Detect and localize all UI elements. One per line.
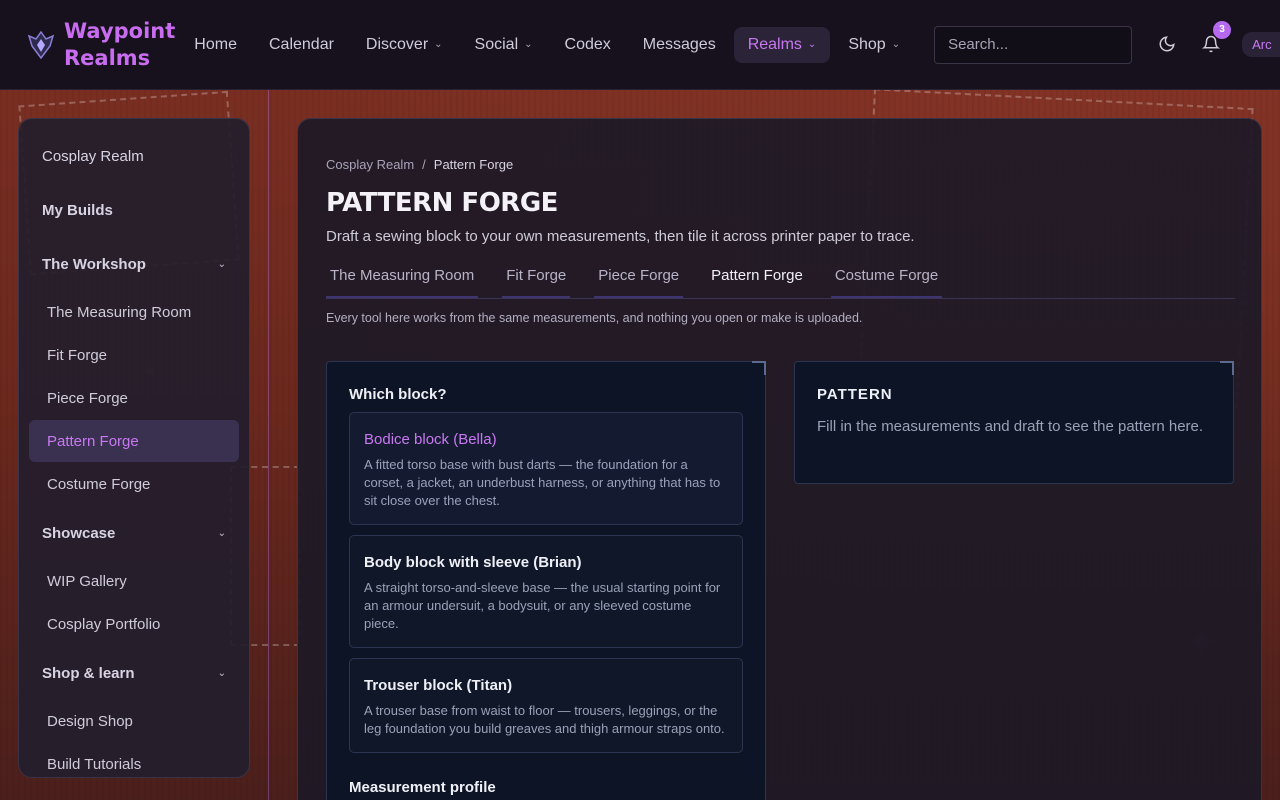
breadcrumb: Cosplay Realm / Pattern Forge (326, 157, 1233, 172)
tab-pattern-forge[interactable]: Pattern Forge (707, 267, 807, 298)
nav-codex[interactable]: Codex (551, 27, 625, 63)
block-option-desc: A fitted torso base with bust darts — th… (364, 457, 721, 508)
panel-corner-accent (1220, 361, 1234, 375)
forge-columns: Which block? Bodice block (Bella) A fitt… (326, 361, 1234, 800)
nav-label: Realms (747, 35, 802, 53)
sidebar-item-my-builds[interactable]: My Builds (29, 183, 239, 237)
block-option-desc: A trouser base from waist to floor — tro… (364, 703, 725, 736)
sidebar-item-measuring-room[interactable]: The Measuring Room (29, 291, 239, 333)
sidebar-item-build-tutorials[interactable]: Build Tutorials (29, 743, 239, 785)
panel-corner-accent (752, 361, 766, 375)
sidebar-item-label: My Builds (42, 201, 113, 219)
nav-social[interactable]: Social ⌄ (461, 27, 547, 63)
sidebar-item-piece-forge[interactable]: Piece Forge (29, 377, 239, 419)
block-option-bodice[interactable]: Bodice block (Bella) A fitted torso base… (349, 412, 743, 525)
chevron-down-icon: ⌄ (891, 39, 901, 50)
realm-sidebar: Cosplay Realm My Builds The Workshop ⌄ T… (18, 118, 250, 778)
sidebar-item-fit-forge[interactable]: Fit Forge (29, 334, 239, 376)
tab-piece-forge[interactable]: Piece Forge (594, 267, 684, 298)
brand-logo[interactable]: Waypoint Realms (26, 18, 178, 72)
chevron-down-icon: ⌄ (217, 667, 226, 679)
top-header: Waypoint Realms Home Calendar Discover ⌄ … (0, 0, 1280, 90)
nav-label: Messages (642, 35, 716, 53)
sidebar-item-pattern-forge[interactable]: Pattern Forge (29, 420, 239, 462)
tab-fit-forge[interactable]: Fit Forge (502, 267, 571, 298)
block-option-desc: A straight torso-and-sleeve base — the u… (364, 580, 721, 631)
background-line (268, 90, 269, 800)
tab-costume-forge[interactable]: Costume Forge (830, 267, 943, 298)
sidebar-group-shop-learn[interactable]: Shop & learn ⌄ (29, 646, 239, 700)
sidebar-group-showcase[interactable]: Showcase ⌄ (29, 506, 239, 560)
nav-label: Social (474, 35, 519, 53)
sidebar-item-costume-forge[interactable]: Costume Forge (29, 463, 239, 505)
block-option-trouser[interactable]: Trouser block (Titan) A trouser base fro… (349, 658, 743, 753)
nav-label: Discover (365, 35, 429, 53)
measurement-profile-label: Measurement profile (349, 779, 496, 796)
moon-icon (1159, 35, 1175, 51)
block-chooser-panel: Which block? Bodice block (Bella) A fitt… (326, 361, 766, 800)
nav-shop[interactable]: Shop ⌄ (834, 27, 914, 63)
nav-calendar[interactable]: Calendar (255, 27, 348, 63)
chevron-down-icon: ⌄ (434, 39, 443, 50)
chevron-down-icon: ⌄ (217, 258, 226, 270)
sidebar-group-title: Showcase (42, 524, 116, 542)
breadcrumb-separator: / (422, 157, 426, 172)
sidebar-item-cosplay-realm[interactable]: Cosplay Realm (29, 129, 239, 183)
block-option-title: Bodice block (Bella) (364, 431, 497, 448)
theme-toggle-button[interactable] (1158, 35, 1176, 55)
block-option-body-sleeve[interactable]: Body block with sleeve (Brian) A straigh… (349, 535, 743, 648)
nav-label: Calendar (268, 35, 334, 53)
block-option-title: Body block with sleeve (Brian) (364, 554, 582, 571)
nav-label: Home (194, 35, 237, 53)
breadcrumb-current: Pattern Forge (433, 157, 514, 172)
tab-measuring-room[interactable]: The Measuring Room (326, 267, 479, 298)
nav-discover[interactable]: Discover ⌄ (352, 27, 457, 63)
brand-name-line1: Waypoint (64, 18, 176, 43)
chevron-down-icon: ⌄ (807, 39, 817, 50)
block-option-title: Trouser block (Titan) (364, 677, 513, 694)
privacy-note: Every tool here works from the same meas… (326, 311, 863, 325)
nav-realms[interactable]: Realms ⌄ (733, 26, 831, 63)
search-input[interactable] (934, 25, 1133, 64)
tool-tabs: The Measuring Room Fit Forge Piece Forge… (326, 267, 1235, 299)
breadcrumb-parent-link[interactable]: Cosplay Realm (326, 157, 414, 172)
pattern-empty-text: Fill in the measurements and draft to se… (817, 418, 1204, 435)
page-subtitle: Draft a sewing block to your own measure… (326, 228, 915, 245)
block-chooser-label: Which block? (349, 386, 447, 403)
user-menu-button[interactable]: Arc (1242, 32, 1280, 57)
sidebar-item-cosplay-portfolio[interactable]: Cosplay Portfolio (29, 603, 239, 645)
brand-name-line2: Realms (64, 45, 151, 70)
nav-messages[interactable]: Messages (629, 27, 730, 63)
pattern-title: PATTERN (817, 386, 893, 403)
chevron-down-icon: ⌄ (217, 527, 226, 539)
pattern-preview-panel: PATTERN Fill in the measurements and dra… (794, 361, 1234, 484)
sidebar-item-wip-gallery[interactable]: WIP Gallery (29, 560, 239, 602)
brand-crest-icon (27, 30, 55, 59)
sidebar-group-the-workshop[interactable]: The Workshop ⌄ (29, 237, 239, 291)
page-title: PATTERN FORGE (326, 188, 558, 218)
main-nav: Home Calendar Discover ⌄ Social ⌄ Codex Me… (180, 26, 918, 63)
notification-count-badge: 3 (1213, 20, 1232, 39)
notifications-button[interactable]: 3 (1201, 20, 1232, 55)
nav-label: Codex (564, 35, 611, 53)
nav-label: Shop (848, 35, 886, 53)
sidebar-group-title: Shop & learn (42, 664, 135, 682)
nav-home[interactable]: Home (180, 27, 251, 63)
sidebar-group-title: The Workshop (42, 255, 146, 273)
main-panel: Cosplay Realm / Pattern Forge PATTERN FO… (297, 118, 1262, 800)
sidebar-item-design-shop[interactable]: Design Shop (29, 700, 239, 742)
chevron-down-icon: ⌄ (524, 39, 533, 50)
